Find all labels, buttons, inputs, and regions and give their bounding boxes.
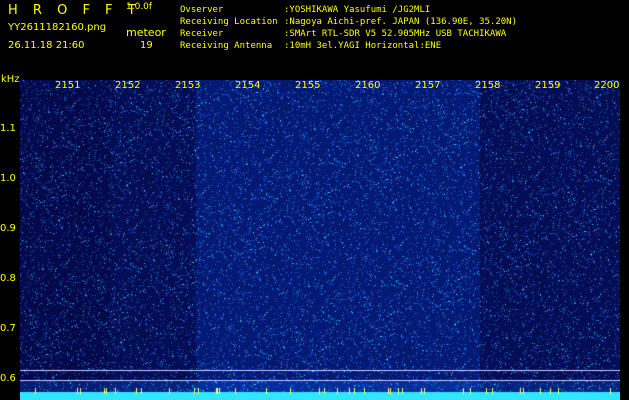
info-key-antenna: Receiving Antenna — [180, 41, 273, 51]
y-axis-unit: kHz — [1, 74, 20, 85]
version-label: 1.0.0f — [126, 2, 153, 12]
x-tick-2160: 2160 — [355, 80, 381, 91]
x-tick-2157: 2157 — [415, 80, 441, 91]
y-tick-0-7: 0.7 — [0, 323, 16, 334]
x-tick-2155: 2155 — [295, 80, 321, 91]
x-tick-2158: 2158 — [475, 80, 501, 91]
info-value-observer: :YOSHIKAWA Yasufumi /JG2MLI — [284, 5, 431, 15]
x-tick-2151: 2151 — [55, 80, 81, 91]
y-tick-0-8: 0.8 — [0, 273, 16, 284]
info-value-receiver: :SMArt RTL-SDR V5 52.905MHz USB TACHIKAW… — [284, 29, 507, 39]
y-tick-1-0: 1.0 — [0, 173, 16, 184]
info-value-location: :Nagoya Aichi-pref. JAPAN (136.90E, 35.2… — [284, 17, 517, 27]
timestamp: 26.11.18 21:60 — [8, 40, 85, 51]
y-tick-0-6: 0.6 — [0, 373, 16, 384]
spectrogram-panel — [20, 80, 620, 400]
info-key-location: Receiving Location — [180, 17, 278, 27]
app-logo: H R O F F T — [8, 3, 142, 18]
y-tick-1-1: 1.1 — [0, 123, 16, 134]
info-value-antenna: :10mH 3el.YAGI Horizontal:ENE — [284, 41, 442, 51]
x-tick-2152: 2152 — [115, 80, 141, 91]
x-tick-2153: 2153 — [175, 80, 201, 91]
spectrogram-canvas — [20, 80, 620, 400]
file-name: YY2611182160.png — [8, 22, 107, 33]
y-tick-0-9: 0.9 — [0, 223, 16, 234]
info-key-receiver: Receiver — [180, 29, 224, 39]
x-tick-2154: 2154 — [235, 80, 261, 91]
meteor-count: 19 — [140, 40, 153, 51]
x-tick-2159: 2159 — [535, 80, 561, 91]
x-tick-2200: 2200 — [594, 80, 620, 91]
header-panel: H R O F F T 1.0.0f YY2611182160.png mete… — [0, 0, 629, 80]
meteor-label: meteor — [126, 26, 166, 39]
info-key-observer: Ovserver — [180, 5, 224, 15]
